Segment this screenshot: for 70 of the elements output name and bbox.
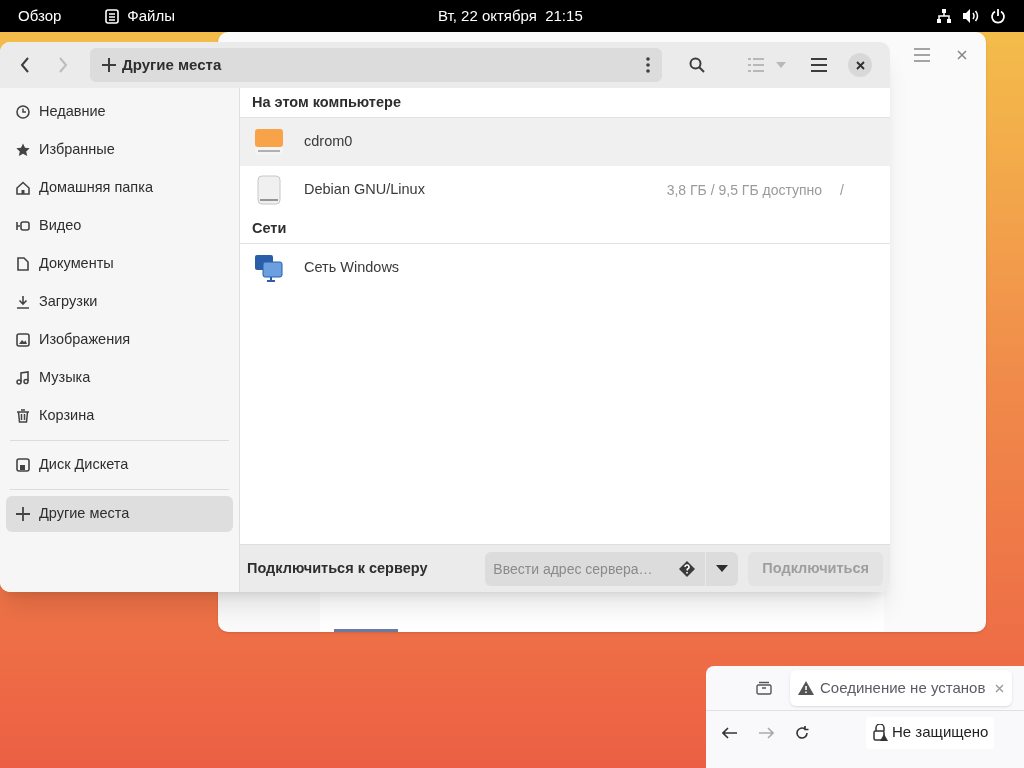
sidebar-item[interactable]: Документы [6,246,233,282]
place-row[interactable]: Сеть Windows [240,244,890,292]
thumbnail [334,629,398,632]
clock-icon [16,105,30,119]
music-icon [16,371,30,385]
menu-icon [811,58,827,72]
trash-icon [16,409,30,423]
forward-arrow-icon [758,726,774,739]
sidebar-item[interactable]: Музыка [6,360,233,396]
tab-overview-icon[interactable] [756,681,772,695]
path-bar[interactable]: Другие места [90,48,662,82]
close-icon[interactable] [995,683,1004,693]
reload-icon[interactable] [794,724,810,741]
warning-icon [798,681,814,695]
back-arrow-icon[interactable] [722,726,738,739]
activities-button[interactable]: Обзор [18,4,62,28]
plus-icon [102,58,116,72]
download-icon [16,295,30,309]
section-heading: Сети [240,214,890,244]
sidebar-item[interactable]: Изображения [6,322,233,358]
app-icon [105,8,120,24]
connect-label: Подключиться к серверу [247,558,428,578]
video-icon [16,219,30,233]
sidebar-item[interactable]: Избранные [6,132,233,168]
dropdown-button[interactable] [706,551,739,586]
sidebar-item[interactable]: Видео [6,208,233,244]
sidebar-item[interactable]: Недавние [6,94,233,130]
sidebar-item[interactable]: Загрузки [6,284,233,320]
sidebar-item[interactable]: Диск Дискета [6,447,233,483]
document-icon [16,257,30,271]
power-icon[interactable] [990,8,1006,24]
caret-icon [716,565,729,572]
disk-usage: 3,8 ГБ / 9,5 ГБ доступно [666,180,823,200]
server-address-field[interactable]: Ввести адрес сервера… [485,551,706,586]
close-button[interactable] [848,53,872,77]
more-icon[interactable] [646,57,650,73]
app-menu[interactable]: Файлы [105,4,175,28]
star-icon [16,143,30,157]
network-icon[interactable] [936,8,952,24]
close-icon [855,60,865,70]
volume-icon[interactable] [962,8,980,24]
place-row[interactable]: cdrom0 [240,118,890,166]
network-computers-icon [254,253,284,283]
place-name: Debian GNU/Linux [304,180,425,200]
search-icon [689,57,705,73]
list-view-icon [748,58,764,72]
back-icon [20,57,30,73]
sidebar-item[interactable]: Другие места [6,496,233,532]
sidebar-item[interactable]: Корзина [6,398,233,434]
path-label: Другие места [122,54,222,75]
hard-drive-icon [254,175,284,205]
floppy-icon [16,458,30,472]
help-icon [679,560,696,577]
forward-icon [58,57,68,73]
sidebar-item[interactable]: Домашняя папка [6,170,233,206]
close-icon[interactable] [957,50,967,60]
mount-point: / [840,180,844,200]
plus-icon [16,507,30,521]
place-name: Сеть Windows [304,258,400,278]
place-name: cdrom0 [304,132,353,152]
security-indicator[interactable]: Не защищено [866,716,995,749]
tab-title: Соединение не установ [820,677,986,698]
place-row[interactable]: Debian GNU/Linux 3,8 ГБ / 9,5 ГБ доступно / [240,166,890,214]
home-icon [16,181,30,195]
browser-tab[interactable]: Соединение не установ [790,670,1012,706]
lock-warning-icon [872,723,888,742]
caret-icon [776,62,786,68]
image-icon [16,333,30,347]
app-name: Файлы [127,5,175,26]
clock[interactable]: Вт, 22 октября 21:15 [438,4,583,28]
